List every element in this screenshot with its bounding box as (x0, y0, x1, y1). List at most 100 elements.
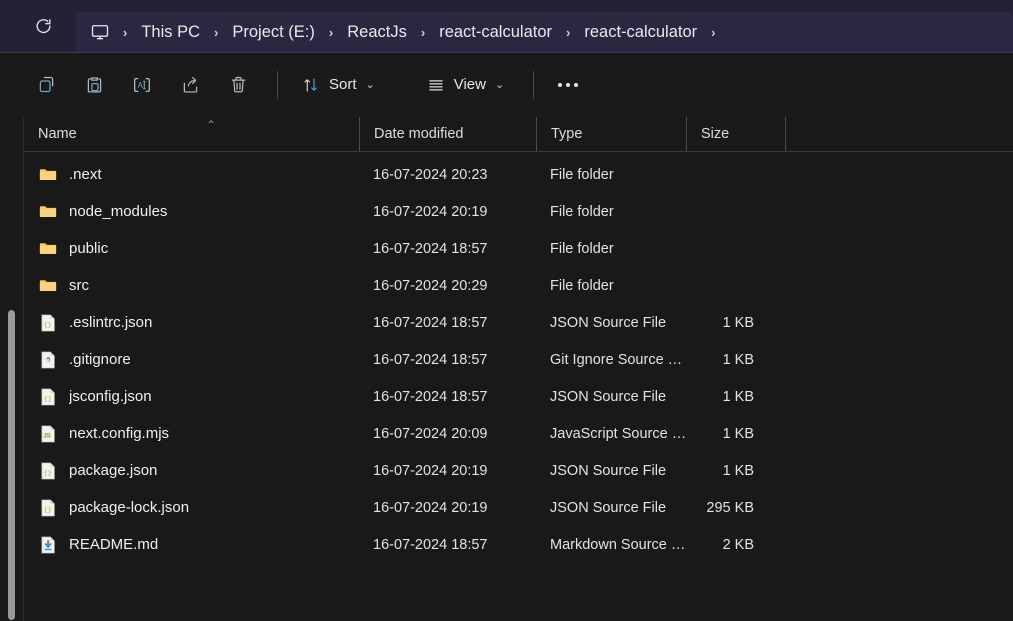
column-header-date-label: Date modified (374, 126, 464, 142)
file-type-cell: Markdown Source … (550, 536, 686, 553)
breadcrumb-item-project-e[interactable]: Project (E:) (225, 20, 322, 45)
folder-icon (38, 276, 58, 296)
more-options-button[interactable] (547, 68, 589, 102)
breadcrumb-separator[interactable]: › (414, 25, 432, 40)
sort-button[interactable]: Sort ⌄ (291, 69, 386, 101)
file-name-cell: JS next.config.mjs (24, 424, 359, 444)
table-row[interactable]: {} package-lock.json 16-07-2024 20:19 JS… (24, 489, 1013, 526)
file-size-cell: 1 KB (722, 462, 754, 479)
json-file-icon: {} (38, 313, 58, 333)
file-size-cell: 1 KB (722, 351, 754, 368)
file-name: package-lock.json (69, 499, 190, 516)
breadcrumb-separator[interactable]: › (322, 25, 340, 40)
column-header-name[interactable]: Name ⌃ (24, 117, 359, 151)
file-name: README.md (69, 536, 159, 553)
file-size-cell: 2 KB (722, 536, 754, 553)
gitignore-file-icon (38, 350, 58, 370)
breadcrumb-device[interactable] (84, 19, 116, 45)
delete-button[interactable] (216, 65, 260, 105)
file-type-cell: File folder (550, 240, 614, 257)
paste-button[interactable] (72, 65, 116, 105)
refresh-button[interactable] (28, 11, 58, 41)
table-row[interactable]: .next 16-07-2024 20:23 File folder (24, 156, 1013, 193)
sort-ascending-icon: ⌃ (206, 118, 217, 132)
table-row[interactable]: public 16-07-2024 18:57 File folder (24, 230, 1013, 267)
file-type-cell: Git Ignore Source … (550, 351, 683, 368)
file-name: .gitignore (69, 351, 131, 368)
monitor-icon (91, 25, 109, 40)
file-name: src (69, 277, 89, 294)
rename-button[interactable]: A (120, 65, 164, 105)
json-file-icon: {} (38, 387, 58, 407)
paste-icon (87, 77, 101, 93)
svg-text:{}: {} (43, 320, 51, 328)
file-type-cell: JSON Source File (550, 314, 667, 331)
file-name-cell: {} .eslintrc.json (24, 313, 359, 333)
file-name: jsconfig.json (69, 388, 152, 405)
file-name-cell: {} package.json (24, 461, 359, 481)
markdown-file-icon (38, 535, 58, 555)
breadcrumb-item-react-calculator-inner[interactable]: react-calculator (577, 20, 704, 45)
file-name-cell: {} package-lock.json (24, 498, 359, 518)
content-area: Name ⌃ Date modified Type Size .next 16-… (0, 117, 1013, 621)
folder-icon (38, 239, 58, 259)
delete-icon (231, 76, 245, 93)
breadcrumb-separator[interactable]: › (704, 25, 722, 40)
breadcrumb-separator[interactable]: › (559, 25, 577, 40)
more-options-icon (574, 82, 579, 87)
more-options-icon (566, 82, 571, 87)
file-date-cell: 16-07-2024 20:23 (373, 166, 488, 183)
breadcrumb-item-reactjs[interactable]: ReactJs (340, 20, 414, 45)
column-header-size[interactable]: Size (686, 117, 786, 151)
toolbar-divider-2 (533, 70, 535, 99)
column-header-row: Name ⌃ Date modified Type Size (24, 117, 1013, 152)
table-row[interactable]: {} jsconfig.json 16-07-2024 18:57 JSON S… (24, 378, 1013, 415)
breadcrumb-item-react-calculator[interactable]: react-calculator (432, 20, 559, 45)
column-header-name-label: Name (38, 126, 77, 142)
refresh-icon (36, 18, 51, 33)
file-size-cell: 1 KB (722, 388, 754, 405)
more-options-icon (558, 82, 563, 87)
vertical-scrollbar-thumb[interactable] (8, 310, 15, 620)
file-name: next.config.mjs (69, 425, 170, 442)
table-row[interactable]: src 16-07-2024 20:29 File folder (24, 267, 1013, 304)
file-type-cell: File folder (550, 277, 614, 294)
file-name-cell: src (24, 276, 359, 296)
file-date-cell: 16-07-2024 18:57 (373, 388, 488, 405)
file-size-cell: 1 KB (722, 314, 754, 331)
svg-text:JS: JS (43, 433, 50, 439)
table-row[interactable]: {} package.json 16-07-2024 20:19 JSON So… (24, 452, 1013, 489)
file-date-cell: 16-07-2024 20:19 (373, 499, 488, 516)
sort-arrows-icon (304, 77, 317, 92)
view-list-icon (429, 79, 443, 91)
view-button[interactable]: View ⌄ (416, 69, 515, 101)
column-header-date-modified[interactable]: Date modified (359, 117, 536, 151)
share-button[interactable] (168, 65, 212, 105)
table-row[interactable]: node_modules 16-07-2024 20:19 File folde… (24, 193, 1013, 230)
file-size-cell: 1 KB (722, 425, 754, 442)
table-row[interactable]: .gitignore 16-07-2024 18:57 Git Ignore S… (24, 341, 1013, 378)
file-name: node_modules (69, 203, 168, 220)
table-row[interactable]: README.md 16-07-2024 18:57 Markdown Sour… (24, 526, 1013, 563)
breadcrumb-separator[interactable]: › (207, 25, 225, 40)
svg-text:{}: {} (43, 505, 51, 513)
address-breadcrumb-box[interactable]: › This PC › Project (E:) › ReactJs › rea… (76, 12, 1013, 52)
sort-label: Sort (329, 76, 357, 93)
file-date-cell: 16-07-2024 20:09 (373, 425, 488, 442)
table-row[interactable]: {} .eslintrc.json 16-07-2024 18:57 JSON … (24, 304, 1013, 341)
breadcrumb-item-this-pc[interactable]: This PC (134, 20, 207, 45)
file-name-cell: node_modules (24, 202, 359, 222)
file-list-pane: Name ⌃ Date modified Type Size .next 16-… (24, 117, 1013, 621)
column-header-type[interactable]: Type (536, 117, 686, 151)
copy-button[interactable] (24, 65, 68, 105)
table-row[interactable]: JS next.config.mjs 16-07-2024 20:09 Java… (24, 415, 1013, 452)
svg-text:{}: {} (43, 468, 51, 476)
file-name-cell: public (24, 239, 359, 259)
rename-icon: A (134, 77, 150, 92)
view-label: View (453, 76, 486, 93)
file-name-cell: .gitignore (24, 350, 359, 370)
breadcrumb-separator[interactable]: › (116, 25, 134, 40)
chevron-down-icon: ⌄ (494, 79, 505, 91)
file-name-cell: .next (24, 165, 359, 185)
column-header-type-label: Type (551, 126, 583, 142)
